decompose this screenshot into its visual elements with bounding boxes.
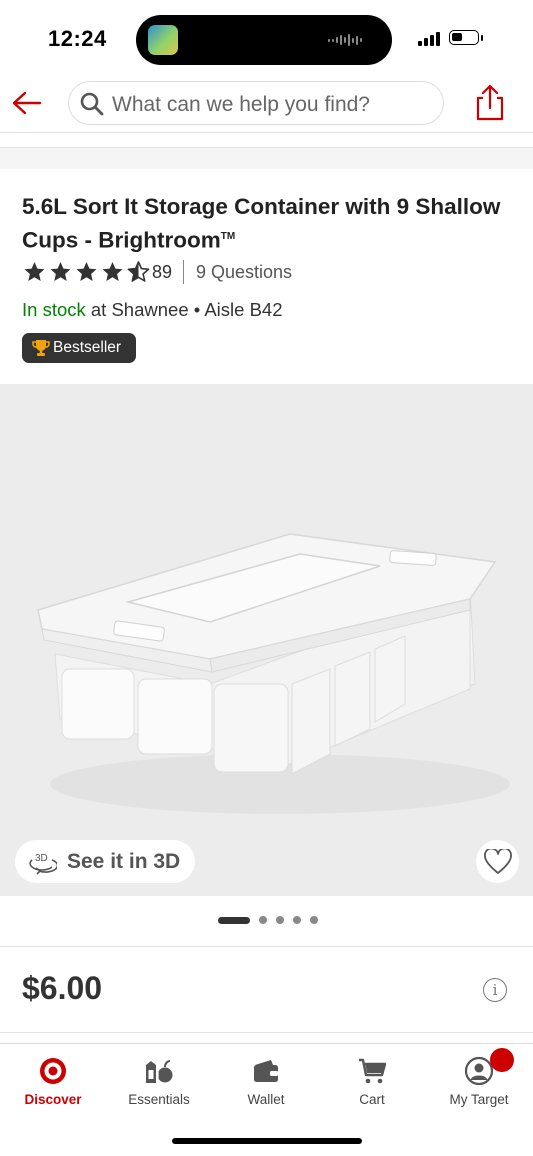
audio-waveform-icon xyxy=(328,34,362,46)
share-button[interactable] xyxy=(470,82,510,124)
search-placeholder: What can we help you find? xyxy=(112,93,370,116)
carousel-dot[interactable] xyxy=(259,916,267,924)
svg-text:3D: 3D xyxy=(35,853,48,864)
divider xyxy=(0,1032,533,1033)
stock-info[interactable]: In stock at Shawnee • Aisle B42 xyxy=(22,299,283,321)
battery-tip xyxy=(481,35,483,41)
product-title: 5.6L Sort It Storage Container with 9 Sh… xyxy=(22,194,501,253)
target-bullseye-icon xyxy=(40,1058,66,1084)
star-icon xyxy=(24,262,45,281)
tab-label: Discover xyxy=(24,1092,82,1107)
heart-icon xyxy=(483,848,512,874)
wallet-icon xyxy=(254,1060,278,1082)
bestseller-badge: Bestseller xyxy=(22,333,136,363)
trademark-mark: TM xyxy=(220,231,236,242)
divider xyxy=(0,946,533,947)
star-icon xyxy=(76,262,97,281)
carousel-pagination[interactable] xyxy=(218,916,318,924)
carousel-dot-active[interactable] xyxy=(218,916,250,924)
tab-label: Cart xyxy=(359,1092,385,1107)
rating-divider xyxy=(183,260,184,284)
dynamic-island xyxy=(136,15,392,65)
cart-icon xyxy=(359,1058,387,1084)
star-rating[interactable] xyxy=(22,260,151,284)
see-in-3d-label: See it in 3D xyxy=(67,849,181,873)
carousel-dot[interactable] xyxy=(310,916,318,924)
tab-discover[interactable]: Discover xyxy=(0,1044,106,1114)
star-icon xyxy=(50,262,71,281)
favorite-button[interactable] xyxy=(476,840,519,883)
tab-essentials[interactable]: Essentials xyxy=(106,1044,212,1114)
tab-my-target[interactable]: My Target xyxy=(426,1044,532,1114)
tab-label: Essentials xyxy=(128,1092,190,1107)
notification-badge xyxy=(490,1048,514,1072)
carousel-dot[interactable] xyxy=(293,916,301,924)
badge-label: Bestseller xyxy=(53,339,122,356)
battery-icon xyxy=(449,30,479,45)
price-info-button[interactable]: i xyxy=(483,978,507,1002)
half-star-icon xyxy=(127,261,150,282)
search-icon xyxy=(80,92,104,116)
3d-rotate-icon: 3D xyxy=(29,853,57,875)
tab-cart[interactable]: Cart xyxy=(319,1044,425,1114)
home-indicator[interactable] xyxy=(172,1138,362,1144)
rating-count[interactable]: 89 xyxy=(152,262,172,283)
cellular-signal-icon xyxy=(418,32,440,46)
share-icon xyxy=(476,84,504,121)
store-aisle-location: at Shawnee • Aisle B42 xyxy=(85,299,283,320)
in-stock-label: In stock xyxy=(22,299,86,320)
search-input[interactable]: What can we help you find? xyxy=(68,81,444,125)
status-time: 12:24 xyxy=(48,26,107,51)
tab-wallet[interactable]: Wallet xyxy=(213,1044,319,1114)
product-image xyxy=(37,533,510,814)
essentials-grocery-icon xyxy=(146,1060,173,1083)
questions-link[interactable]: 9 Questions xyxy=(196,262,292,283)
info-icon: i xyxy=(492,981,498,999)
now-playing-artwork xyxy=(148,25,178,55)
header-divider xyxy=(0,132,533,133)
arrow-left-icon xyxy=(12,91,42,115)
section-spacer xyxy=(0,147,533,169)
tab-label: My Target xyxy=(449,1092,509,1107)
tab-label: Wallet xyxy=(247,1092,285,1107)
trophy-icon xyxy=(32,340,50,356)
product-price: $6.00 xyxy=(22,970,103,1006)
star-icon xyxy=(102,262,123,281)
see-in-3d-button[interactable]: 3D See it in 3D xyxy=(15,840,195,883)
carousel-dot[interactable] xyxy=(276,916,284,924)
product-image-carousel[interactable] xyxy=(0,384,533,896)
back-button[interactable] xyxy=(8,84,48,124)
